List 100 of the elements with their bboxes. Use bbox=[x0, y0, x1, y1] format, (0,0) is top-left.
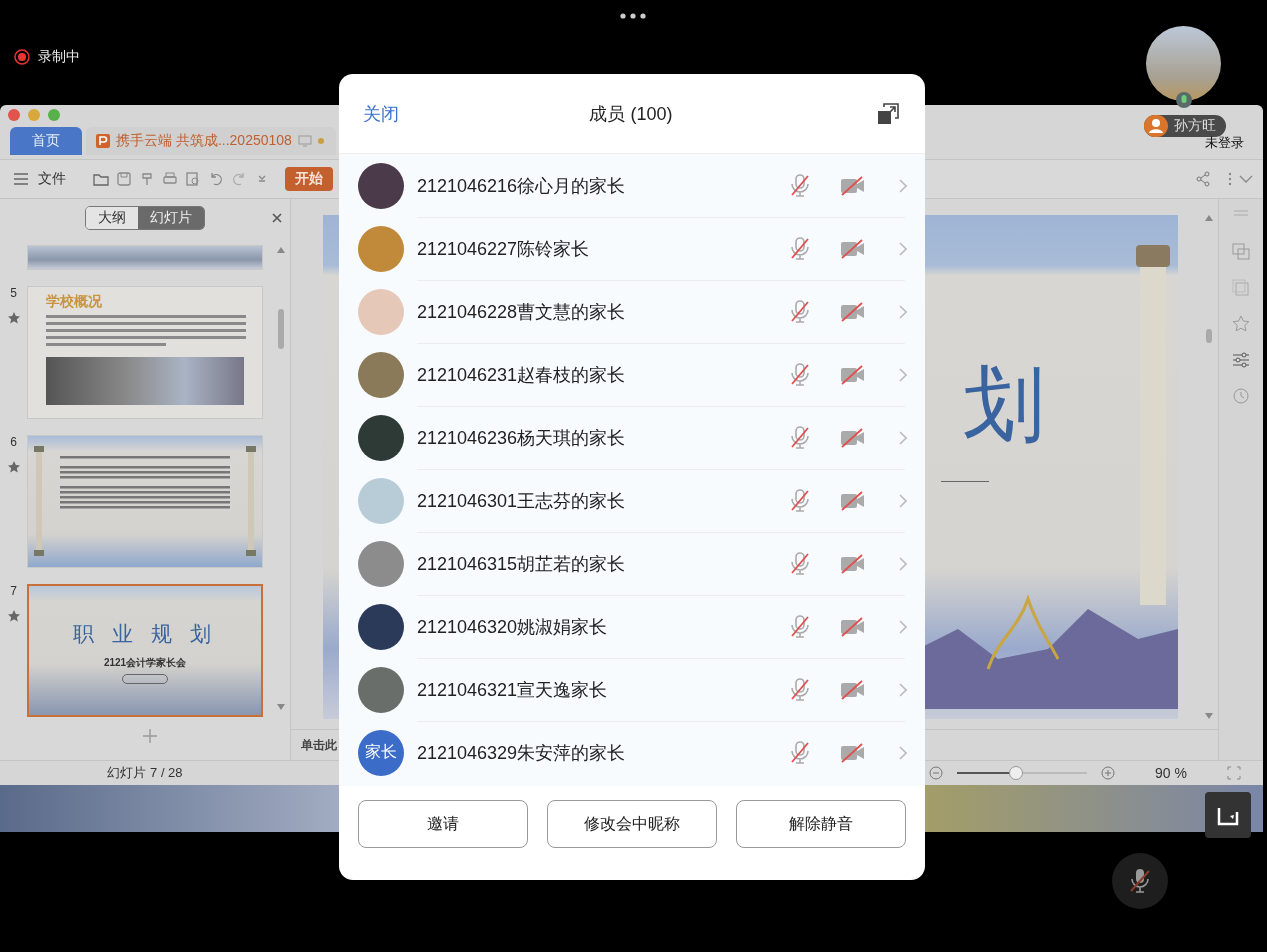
member-row[interactable]: 2121046227陈铃家长 bbox=[339, 217, 925, 280]
window-control-icon bbox=[8, 109, 20, 121]
zoom-out-icon[interactable] bbox=[929, 766, 944, 780]
chevron-right-icon bbox=[899, 619, 907, 634]
chevron-right-icon bbox=[899, 178, 907, 193]
notes-placeholder[interactable]: 单击此 bbox=[301, 736, 337, 754]
member-name: 2121046216徐心月的家长 bbox=[417, 174, 626, 198]
scroll-down-icon[interactable] bbox=[1205, 713, 1213, 719]
slide-counter: 幻灯片 7 / 28 bbox=[106, 764, 184, 782]
chevron-right-icon bbox=[899, 745, 907, 760]
member-row[interactable]: 2121046236杨天琪的家长 bbox=[339, 406, 925, 469]
monitor-icon bbox=[297, 135, 312, 147]
member-row[interactable]: 2121046216徐心月的家长 bbox=[339, 154, 925, 217]
member-row[interactable]: 2121046228曹文慧的家长 bbox=[339, 280, 925, 343]
chevron-right-icon bbox=[899, 682, 907, 697]
slider-thumb[interactable] bbox=[1008, 766, 1023, 780]
close-link[interactable]: 关闭 bbox=[363, 101, 399, 126]
sliders-icon[interactable] bbox=[1232, 351, 1250, 369]
member-row[interactable]: 2121046315胡芷若的家长 bbox=[339, 532, 925, 595]
slide-title: 划 bbox=[963, 357, 1045, 451]
unsaved-dot-icon bbox=[317, 138, 324, 144]
member-name: 2121046301王志芬的家长 bbox=[417, 489, 626, 513]
close-icon[interactable] bbox=[272, 213, 282, 223]
star-icon bbox=[7, 312, 20, 324]
slide-subtitle: 2121会计学家长会 bbox=[103, 656, 187, 670]
slide-number: 6 bbox=[10, 435, 17, 449]
panel-tab[interactable]: 大纲 bbox=[86, 207, 138, 229]
window-control-icon bbox=[48, 109, 60, 121]
slide-number: 5 bbox=[10, 286, 17, 300]
scroll-up-icon[interactable] bbox=[277, 247, 285, 253]
more-icon[interactable] bbox=[620, 13, 646, 19]
add-icon[interactable] bbox=[142, 729, 157, 743]
chevron-right-icon bbox=[899, 367, 907, 382]
slide-thumbnail[interactable] bbox=[27, 245, 263, 270]
chevron-right-icon bbox=[899, 241, 907, 256]
tab[interactable]: 首页 bbox=[10, 127, 82, 155]
dialog-button[interactable]: 修改会中昵称 bbox=[547, 800, 717, 848]
member-name: 2121046315胡芷若的家长 bbox=[417, 552, 626, 576]
copy-icon[interactable] bbox=[1232, 279, 1250, 297]
slide-title: 学校概况 bbox=[46, 293, 103, 311]
menu-icon bbox=[14, 173, 28, 185]
slides-icon[interactable] bbox=[1232, 243, 1250, 261]
print-icon[interactable] bbox=[162, 171, 178, 187]
member-name: 2121046231赵春枝的家长 bbox=[417, 363, 626, 387]
member-row[interactable]: 2121046320姚淑娟家长 bbox=[339, 595, 925, 658]
fullscreen-icon[interactable] bbox=[1227, 766, 1241, 780]
redo-icon[interactable] bbox=[231, 171, 247, 187]
login-status: 未登录 bbox=[1205, 134, 1244, 152]
member-name: 2121046227陈铃家长 bbox=[417, 237, 590, 261]
star-icon bbox=[7, 461, 20, 473]
folder-icon[interactable] bbox=[93, 171, 109, 187]
presenter-name-tag: 孙方旺 bbox=[1144, 115, 1226, 137]
member-row[interactable]: 家长 2121046329朱安萍的家长 bbox=[339, 721, 925, 784]
mute-toggle-button[interactable] bbox=[1112, 853, 1168, 909]
dialog-button[interactable]: 解除静音 bbox=[736, 800, 906, 848]
dialog-title: 成员 (100) bbox=[589, 102, 673, 126]
recording-icon bbox=[14, 49, 30, 65]
person-icon bbox=[1144, 115, 1168, 137]
file-menu-button[interactable]: 文件 bbox=[14, 170, 66, 188]
avatar: 家长 bbox=[358, 729, 404, 776]
slide-title: 职 业 规 划 bbox=[73, 621, 217, 647]
scrollbar-thumb[interactable] bbox=[278, 309, 284, 349]
undo-icon[interactable] bbox=[208, 171, 224, 187]
microphone-muted-icon bbox=[1129, 868, 1151, 894]
chevron-right-icon bbox=[899, 430, 907, 445]
member-row[interactable]: 2121046321宣天逸家长 bbox=[339, 658, 925, 721]
zoom-level: 90 % bbox=[1155, 765, 1187, 781]
save-icon[interactable] bbox=[116, 171, 132, 187]
chevron-right-icon bbox=[899, 556, 907, 571]
print-preview-icon[interactable] bbox=[185, 171, 201, 187]
member-name: 2121046321宣天逸家长 bbox=[417, 678, 608, 702]
zoom-in-icon[interactable] bbox=[1101, 766, 1116, 780]
slide-thumbnail[interactable]: 职 业 规 划 2121会计学家长会 bbox=[27, 584, 263, 717]
presentation-icon bbox=[96, 134, 110, 148]
recording-label: 录制中 bbox=[38, 48, 80, 66]
chevron-down-icon[interactable] bbox=[1239, 175, 1253, 183]
chevron-right-icon bbox=[899, 493, 907, 508]
member-row[interactable]: 2121046301王志芬的家长 bbox=[339, 469, 925, 532]
member-name: 2121046228曹文慧的家长 bbox=[417, 300, 626, 324]
restore-window-icon[interactable] bbox=[877, 102, 899, 125]
star-icon bbox=[7, 610, 20, 622]
scrollbar-thumb[interactable] bbox=[1206, 329, 1212, 343]
scroll-down-icon[interactable] bbox=[277, 704, 285, 710]
format-painter-icon[interactable] bbox=[139, 171, 155, 187]
member-name: 2121046236杨天琪的家长 bbox=[417, 426, 626, 450]
member-row[interactable]: 2121046231赵春枝的家长 bbox=[339, 343, 925, 406]
history-icon[interactable] bbox=[1232, 387, 1250, 405]
share-icon[interactable] bbox=[1195, 171, 1211, 187]
star-outline-icon[interactable] bbox=[1232, 315, 1250, 333]
dialog-button[interactable]: 邀请 bbox=[358, 800, 528, 848]
member-name: 2121046320姚淑娟家长 bbox=[417, 615, 608, 639]
more-vertical-icon[interactable] bbox=[1228, 172, 1232, 186]
slide-thumbnail[interactable] bbox=[27, 435, 263, 568]
slide-number: 7 bbox=[10, 584, 17, 598]
panel-tab[interactable]: 幻灯片 bbox=[138, 207, 204, 229]
window-control-icon bbox=[28, 109, 40, 121]
chevron-right-icon bbox=[899, 304, 907, 319]
microphone-icon bbox=[1176, 92, 1192, 108]
member-name: 2121046329朱安萍的家长 bbox=[417, 741, 626, 765]
scroll-up-icon[interactable] bbox=[1205, 215, 1213, 221]
